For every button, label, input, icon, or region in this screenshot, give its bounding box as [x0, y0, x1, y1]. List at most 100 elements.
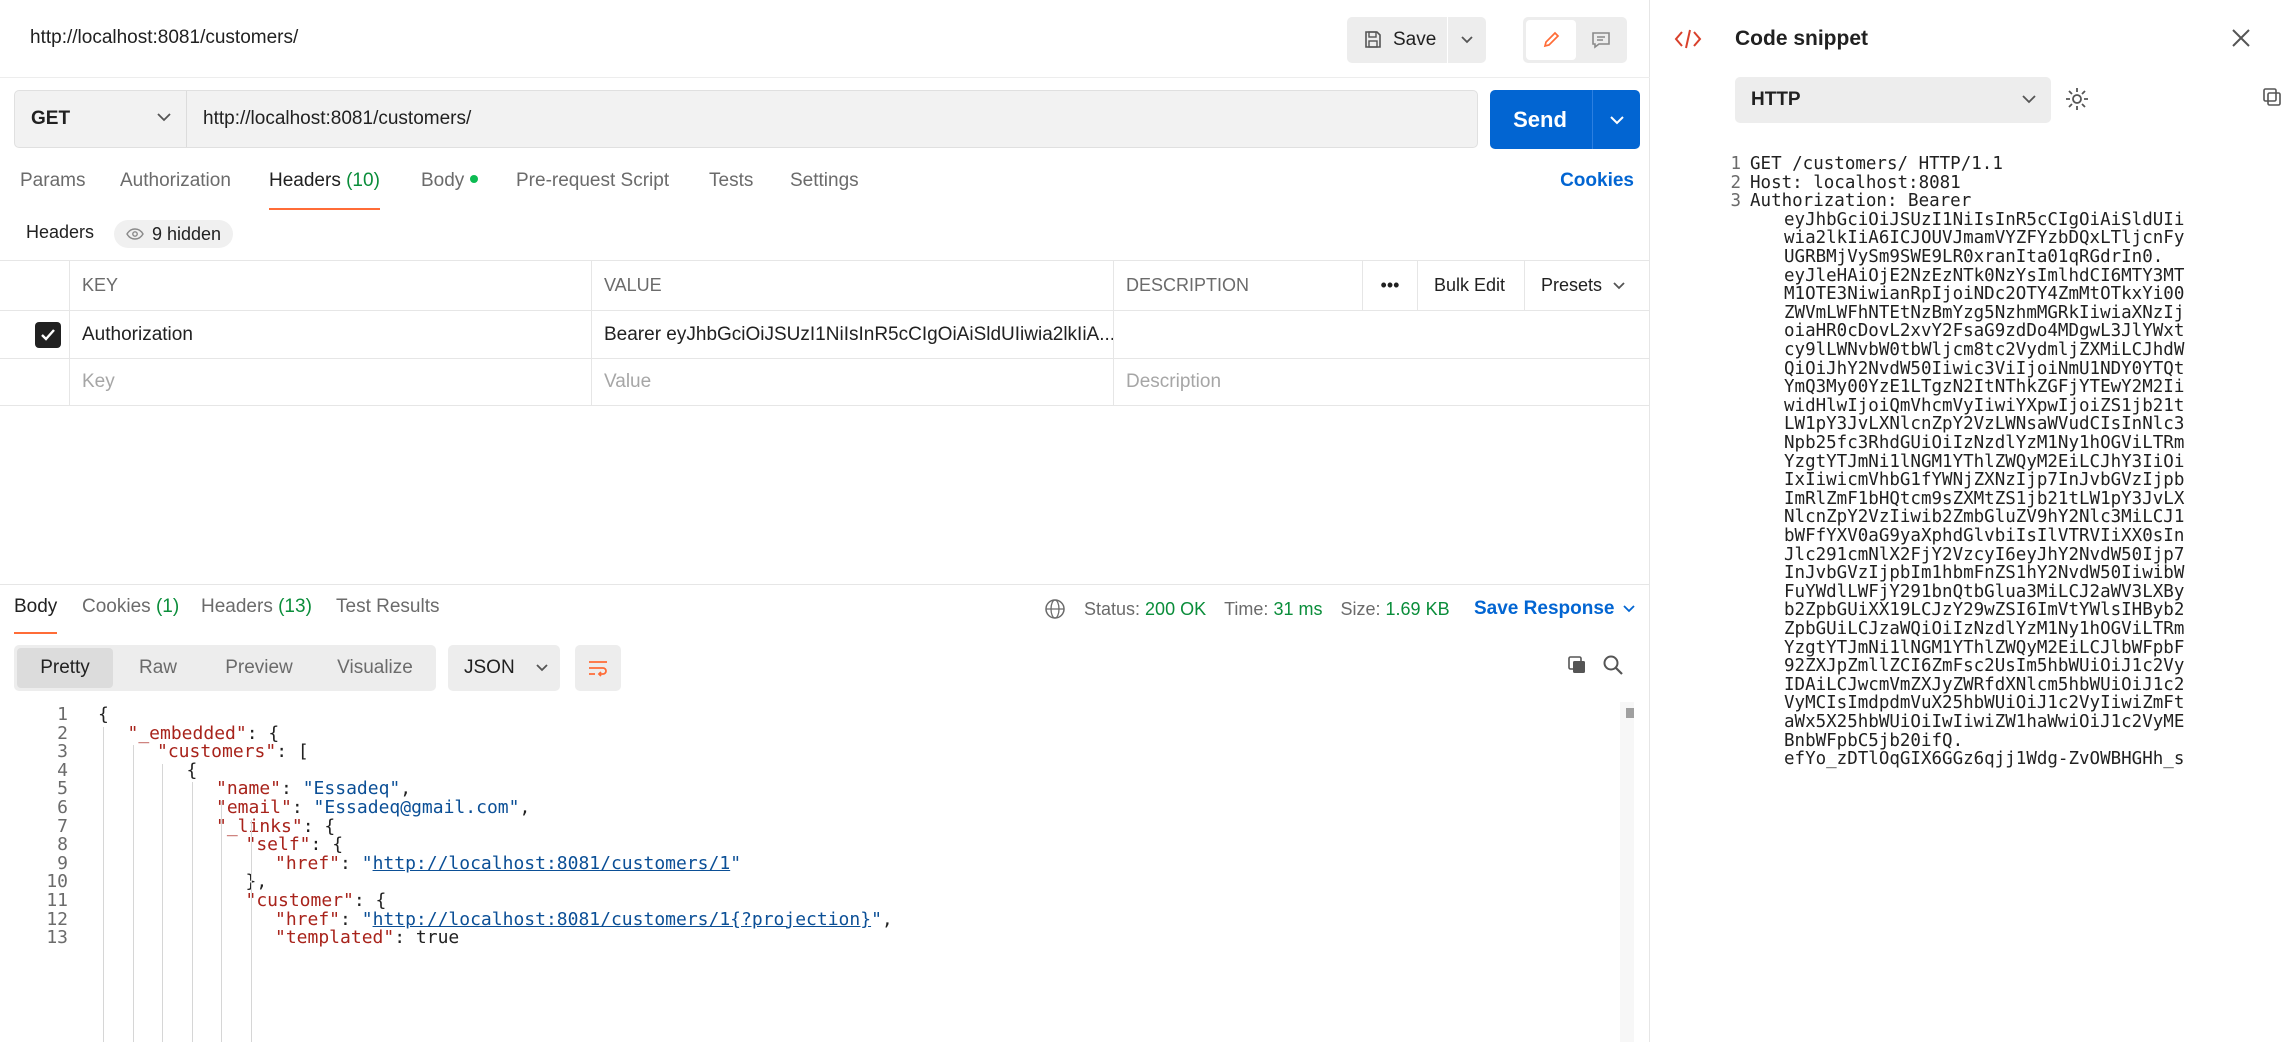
- response-tab-test-results[interactable]: Test Results: [336, 596, 439, 636]
- snippet-text: bWFfYXV0aG9yaXphdGlvbiIsIlVTRVIiXX0sIn: [1784, 526, 2185, 546]
- gear-icon[interactable]: [2064, 86, 2090, 112]
- method-select[interactable]: GET: [15, 91, 187, 147]
- snippet-title: Code snippet: [1735, 27, 1869, 50]
- save-label: Save: [1393, 29, 1437, 50]
- cookies-link[interactable]: Cookies: [1560, 170, 1634, 192]
- snippet-text: BnbWFpbC5jb20ifQ.: [1784, 730, 1964, 751]
- snippet-text: M1OTE3NiwianRpIjoiNDc2OTY4ZmMtOTkxYi00: [1784, 284, 2185, 305]
- new-value-input[interactable]: Value: [591, 359, 1113, 405]
- send-options-button[interactable]: [1594, 90, 1640, 149]
- edit-mode-button[interactable]: [1526, 20, 1576, 60]
- status-readout[interactable]: Status: 200 OK: [1084, 599, 1206, 620]
- hidden-count-label: 9 hidden: [152, 223, 222, 244]
- code-snippet-pane: Code snippet HTTP 1 GET /customers/ HTTP/…: [1651, 0, 2283, 1042]
- more-options-button[interactable]: •••: [1362, 261, 1417, 310]
- indent-guide: [132, 745, 134, 1042]
- presets-button[interactable]: Presets: [1524, 261, 1650, 310]
- url-input[interactable]: http://localhost:8081/customers/: [203, 91, 471, 147]
- tab-params[interactable]: Params: [20, 170, 85, 214]
- bulk-edit-button[interactable]: Bulk Edit: [1417, 261, 1524, 310]
- new-key-input[interactable]: Key: [69, 359, 591, 405]
- size-readout[interactable]: Size: 1.69 KB: [1340, 599, 1449, 620]
- method-label: GET: [31, 108, 71, 129]
- tab-pre-request-script[interactable]: Pre-request Script: [516, 170, 669, 214]
- comment-mode-button[interactable]: [1577, 20, 1625, 60]
- close-icon[interactable]: [2229, 26, 2253, 50]
- format-label: JSON: [464, 657, 515, 678]
- status-value: 200 OK: [1145, 598, 1207, 619]
- chevron-down-icon: [157, 113, 171, 122]
- snippet-language-select[interactable]: HTTP: [1735, 77, 2051, 123]
- response-scrollbar[interactable]: [1620, 702, 1634, 1042]
- view-raw-button[interactable]: Raw: [115, 648, 201, 688]
- line-number: 3: [1730, 191, 1741, 212]
- snippet-text: aWx5X25hbWUiOiIwIiwiZW1haWwiOiJ1c2VyME: [1784, 712, 2185, 732]
- snippet-text: 92ZXJpZmllZCI6ZmFsc2UsIm5hbWUiOiJ1c2Vy: [1784, 656, 2185, 677]
- tab-label: Params: [20, 170, 86, 191]
- snippet-code-viewer[interactable]: 1 GET /customers/ HTTP/1.1 2 Host: localhos…: [1651, 148, 2283, 1042]
- copy-icon[interactable]: [2261, 86, 2283, 108]
- wrap-lines-button[interactable]: [575, 645, 621, 691]
- time-value: 31 ms: [1273, 598, 1323, 619]
- enabled-checkbox[interactable]: [35, 322, 61, 348]
- chevron-down-icon: [1613, 281, 1625, 289]
- request-title[interactable]: http://localhost:8081/customers/: [30, 27, 298, 49]
- snippet-text: b2ZpbGUiXX19LCJzY29wZSI6ImVtYWlsIHByb2: [1784, 600, 2185, 621]
- send-label: Send: [1513, 106, 1567, 132]
- snippet-language-label: HTTP: [1751, 89, 1801, 110]
- response-tab-headers[interactable]: Headers (13): [201, 596, 312, 636]
- time-readout[interactable]: Time: 31 ms: [1224, 599, 1322, 620]
- response-format-select[interactable]: JSON: [448, 645, 560, 691]
- save-response-button[interactable]: Save Response: [1474, 598, 1636, 620]
- save-button[interactable]: Save: [1347, 17, 1447, 63]
- view-preview-button[interactable]: Preview: [203, 648, 315, 688]
- tab-label: Test Results: [336, 596, 440, 617]
- presets-label: Presets: [1541, 275, 1603, 295]
- copy-icon[interactable]: [1566, 654, 1588, 676]
- tab-headers[interactable]: Headers (10): [269, 170, 380, 214]
- hidden-headers-toggle[interactable]: 9 hidden: [114, 220, 234, 248]
- tab-authorization[interactable]: Authorization: [120, 170, 231, 214]
- chevron-down-icon: [536, 664, 548, 672]
- snippet-text: NlcnZpY2VzIiwib2ZmbGluZV9hY2Nlc3MiLCJ1: [1784, 507, 2185, 528]
- column-header-value: VALUE: [591, 261, 1113, 310]
- request-title-bar: http://localhost:8081/customers/ Save: [0, 0, 1650, 78]
- response-divider[interactable]: [0, 584, 1650, 585]
- snippet-text: eyJhbGciOiJSUzI1NiIsInR5cCIgOiAiSldUIi: [1784, 209, 2185, 230]
- tab-body[interactable]: Body: [421, 170, 479, 214]
- chevron-down-icon: [1461, 36, 1473, 44]
- indent-guide: [221, 801, 222, 1042]
- send-button[interactable]: Send: [1490, 90, 1640, 149]
- header-description-cell[interactable]: [1113, 311, 1650, 358]
- chevron-down-icon: [1610, 115, 1624, 124]
- response-tab-body[interactable]: Body: [14, 596, 58, 636]
- tab-tests[interactable]: Tests: [709, 170, 753, 214]
- search-icon[interactable]: [1602, 654, 1624, 676]
- tab-settings[interactable]: Settings: [790, 170, 859, 214]
- scrollbar-thumb[interactable]: [1626, 708, 1634, 718]
- snippet-text: FuYWdlLWFjY291bnQtbGlua3MiLCJ2aWV3LXBy: [1784, 581, 2185, 602]
- new-description-input[interactable]: Description: [1113, 359, 1650, 405]
- tab-label: Headers: [269, 170, 341, 191]
- globe-icon[interactable]: [1044, 598, 1066, 620]
- save-response-label: Save Response: [1474, 598, 1615, 619]
- response-body-viewer[interactable]: 1{2 "_embedded": {3 "customers": [4{5 "name…: [0, 702, 1620, 1042]
- view-mode-toggle: [1523, 17, 1627, 63]
- header-value-cell[interactable]: Bearer eyJhbGciOiJSUzI1NiIsInR5cCIgOiAiS…: [591, 311, 1113, 358]
- view-visualize-button[interactable]: Visualize: [317, 648, 433, 688]
- save-options-button[interactable]: [1448, 17, 1486, 63]
- code-icon[interactable]: [1673, 26, 1703, 52]
- header-key-cell[interactable]: Authorization: [69, 311, 591, 358]
- checkbox-column-header: [0, 261, 69, 310]
- line-number: 2: [1730, 172, 1741, 193]
- snippet-text: ImRlZmF1bHQtcm9sZXMtZS1jb21tLW1pY3JvLX: [1784, 488, 2185, 509]
- response-view-toggle: Pretty Raw Preview Visualize: [14, 645, 436, 691]
- size-label: Size:: [1340, 598, 1381, 619]
- snippet-text: Jlc291cmNlX2FjY2VzcyI6eyJhY2NvdW50Ijp7: [1784, 544, 2185, 565]
- tab-label: Body: [421, 170, 465, 191]
- pencil-icon: [1543, 31, 1560, 48]
- view-pretty-button[interactable]: Pretty: [17, 648, 113, 688]
- response-tab-cookies[interactable]: Cookies (1): [82, 596, 179, 636]
- table-row: Authorization Bearer eyJhbGciOiJSUzI1NiI…: [0, 310, 1650, 358]
- tab-label: Tests: [709, 170, 754, 191]
